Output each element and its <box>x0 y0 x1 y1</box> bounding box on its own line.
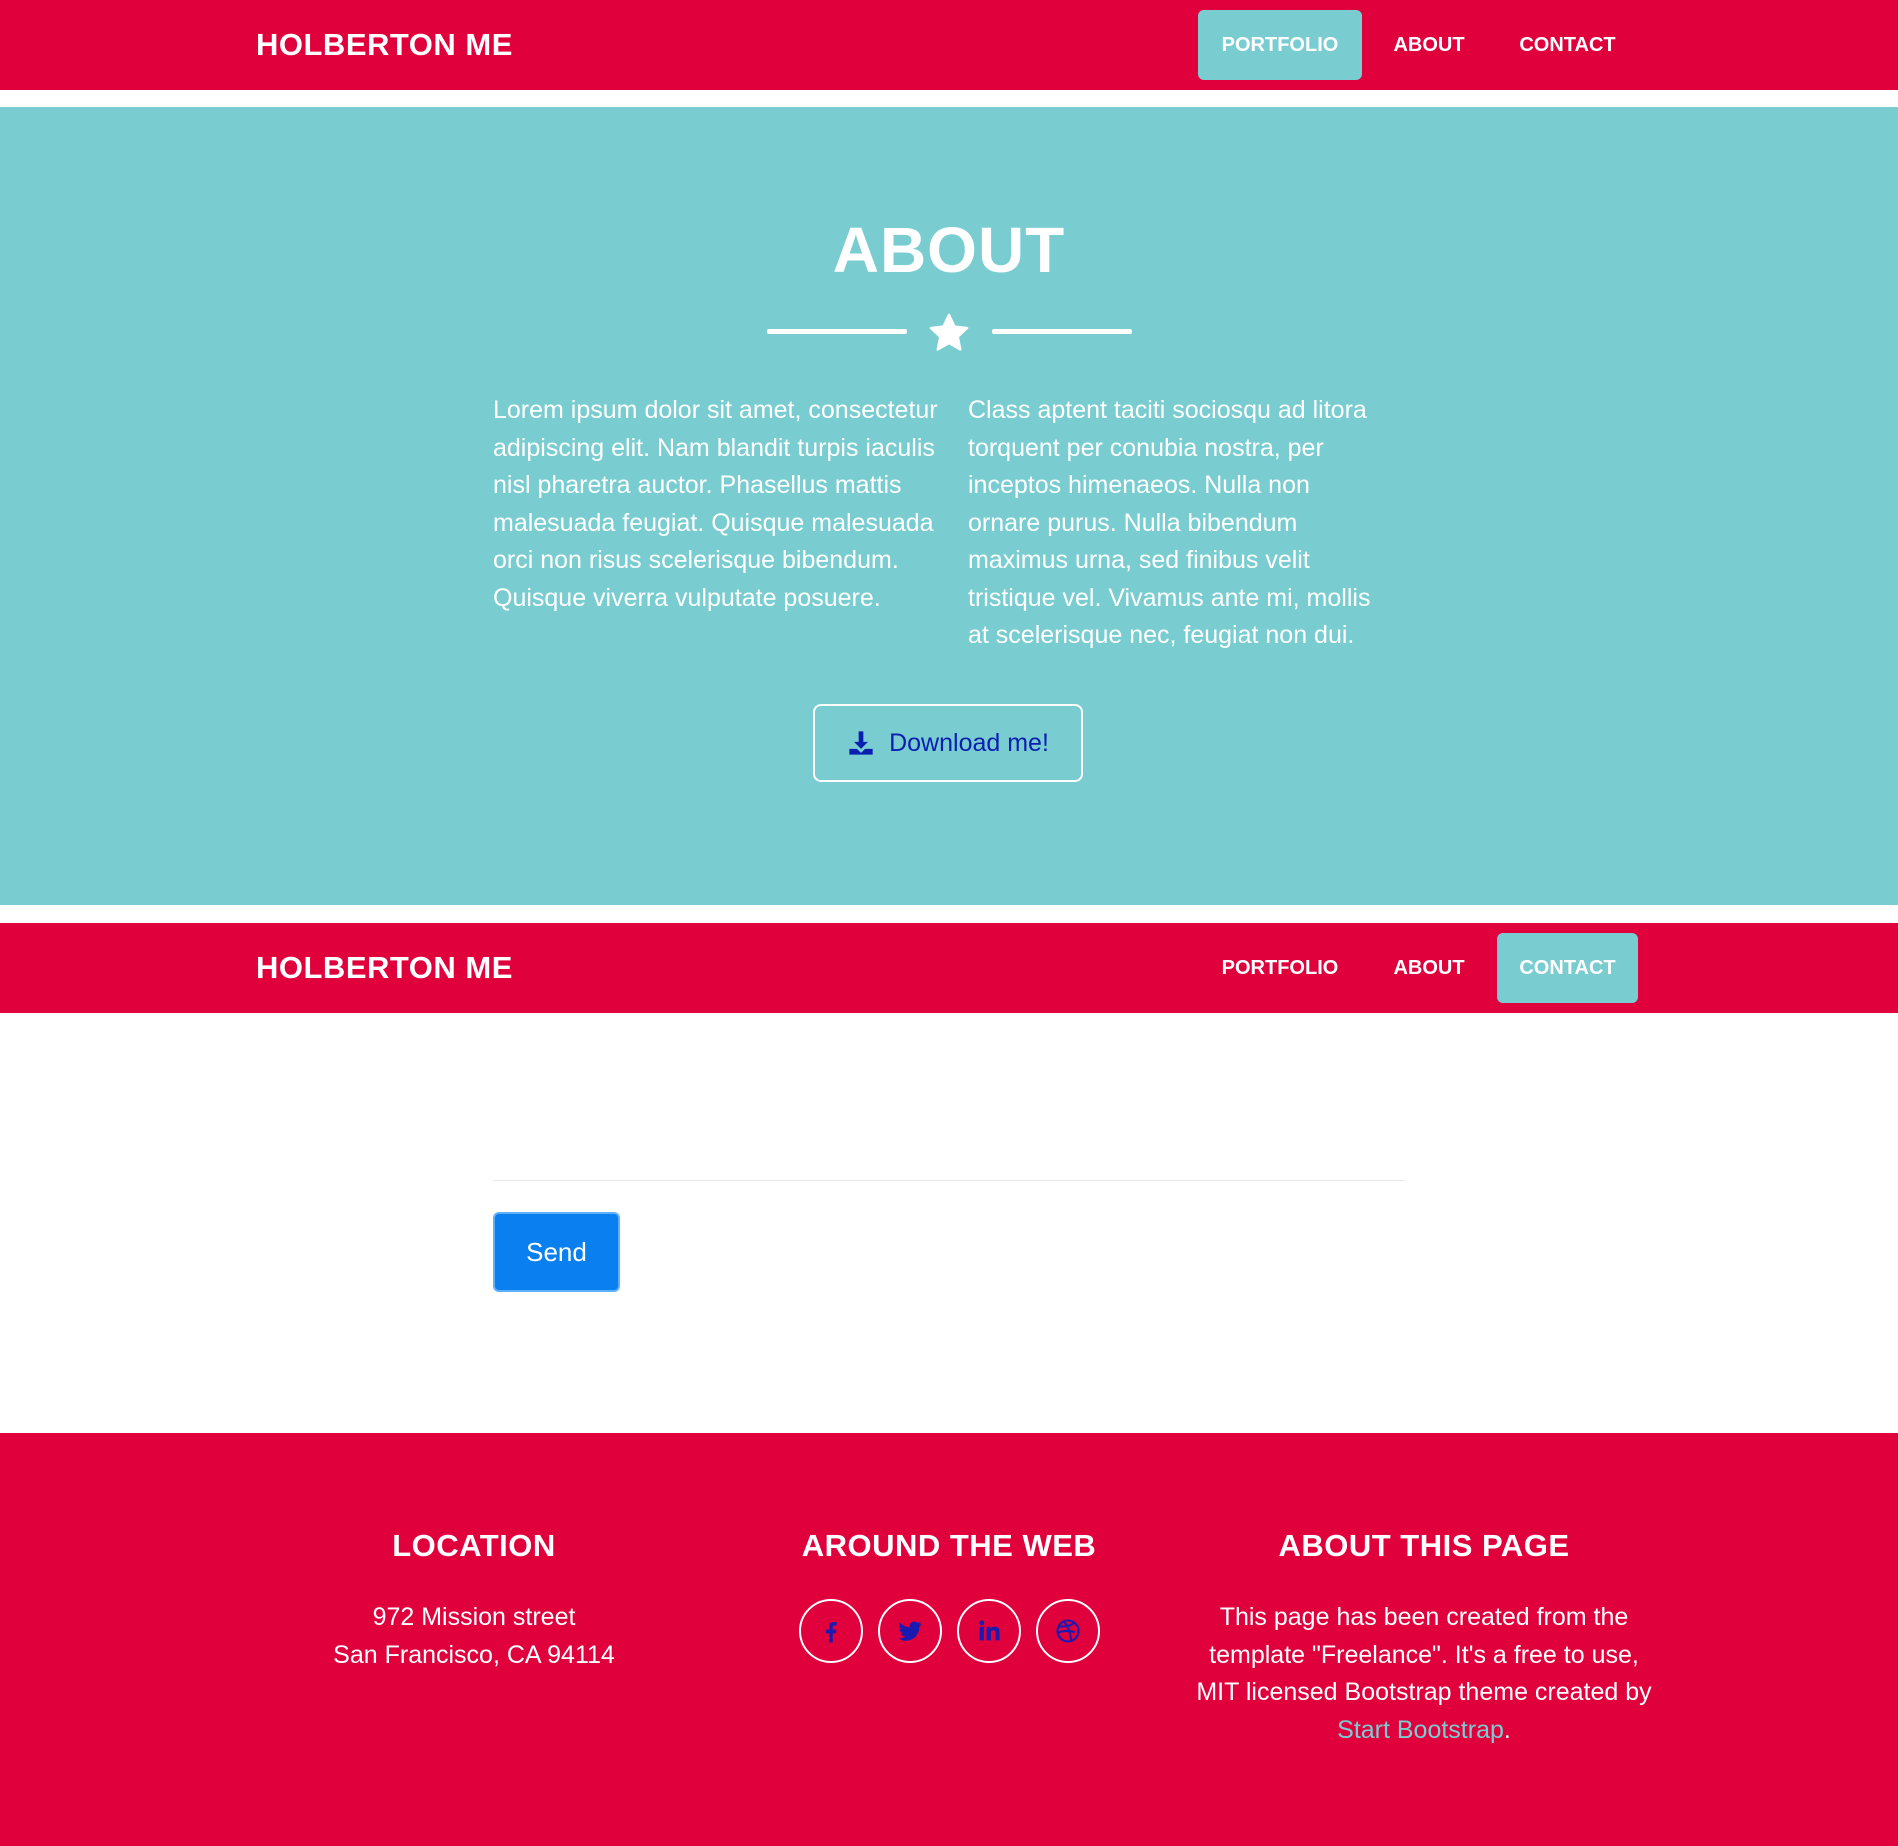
nav-link-contact[interactable]: CONTACT <box>1497 933 1638 1003</box>
contact-navbar: HOLBERTON ME PORTFOLIO ABOUT CONTACT <box>0 923 1898 1013</box>
location-title: LOCATION <box>392 1528 556 1563</box>
divider-line-right <box>992 329 1132 334</box>
about-page-period: . <box>1503 1715 1511 1744</box>
about-title: ABOUT <box>832 214 1066 286</box>
address-line-1: 972 Mission street <box>372 1603 576 1631</box>
download-button[interactable]: Download me! <box>813 704 1083 782</box>
nav-link-portfolio[interactable]: PORTFOLIO <box>1198 933 1362 1003</box>
around-the-web-title: AROUND THE WEB <box>801 1528 1097 1563</box>
download-label: Download me! <box>889 728 1049 757</box>
nav-link-about[interactable]: ABOUT <box>1370 10 1488 80</box>
dribbble-icon[interactable] <box>1036 1599 1100 1663</box>
address-line-2: San Francisco, CA 94114 <box>333 1640 615 1669</box>
about-section: ABOUT Lorem ipsum dolor sit amet, consec… <box>0 107 1898 905</box>
divider-line-left <box>767 329 907 334</box>
send-button[interactable]: Send <box>493 1212 620 1292</box>
about-paragraph-left: Lorem ipsum dolor sit amet, consectetur … <box>493 396 938 612</box>
start-bootstrap-link[interactable]: Start Bootstrap <box>1337 1716 1504 1744</box>
star-icon <box>929 313 969 351</box>
brand-logo[interactable]: HOLBERTON ME <box>256 923 513 1013</box>
nav-link-portfolio[interactable]: PORTFOLIO <box>1198 10 1362 80</box>
about-page-title: ABOUT THIS PAGE <box>1278 1528 1570 1563</box>
footer: LOCATION 972 Mission street San Francisc… <box>0 1433 1898 1846</box>
about-page-description: This page has been created from the temp… <box>1196 1603 1652 1706</box>
about-page-text: This page has been created from the temp… <box>1196 1599 1652 1749</box>
twitter-icon[interactable] <box>878 1599 942 1663</box>
social-links <box>799 1599 1100 1663</box>
nav-link-about[interactable]: ABOUT <box>1370 933 1488 1003</box>
linkedin-icon[interactable] <box>957 1599 1021 1663</box>
brand-logo[interactable]: HOLBERTON ME <box>256 0 513 90</box>
top-navbar: HOLBERTON ME PORTFOLIO ABOUT CONTACT <box>0 0 1898 90</box>
facebook-icon[interactable] <box>799 1599 863 1663</box>
address: 972 Mission street San Francisco, CA 941… <box>286 1599 662 1674</box>
about-paragraph-right: Class aptent taciti sociosqu ad litora t… <box>968 396 1371 649</box>
form-field-underline <box>493 1180 1405 1181</box>
nav-link-contact[interactable]: CONTACT <box>1497 10 1638 80</box>
download-icon <box>849 731 873 755</box>
